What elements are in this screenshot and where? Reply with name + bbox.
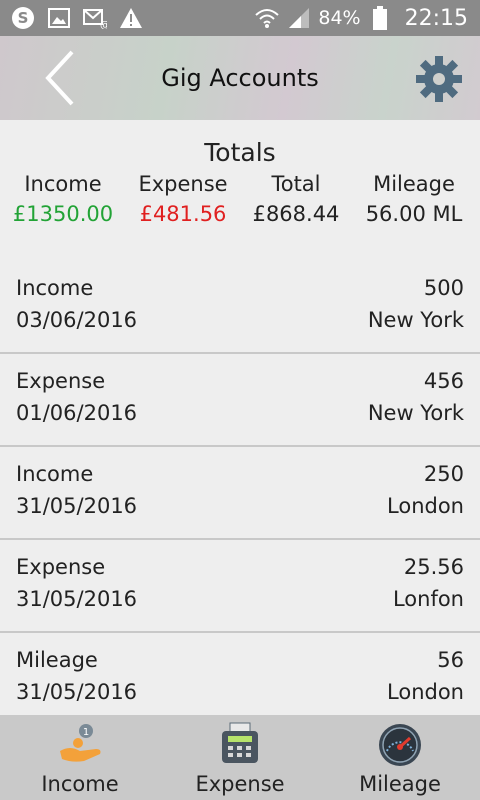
list-item[interactable]: Expense 31/05/2016 25.56 Lonfon (0, 539, 480, 633)
settings-button[interactable] (414, 54, 464, 104)
expense-total-value: £481.56 (139, 202, 227, 226)
mileage-total-value: 56.00 ML (365, 202, 463, 226)
expense-total: Expense £481.56 (128, 172, 238, 226)
entry-type: Mileage (16, 648, 98, 672)
skype-icon: S (10, 5, 36, 31)
email-icon: @ (82, 5, 108, 31)
signal-icon (286, 5, 312, 31)
income-total: Income £1350.00 (8, 172, 118, 226)
list-item[interactable]: Expense 01/06/2016 456 New York (0, 353, 480, 447)
net-total-value: £868.44 (252, 202, 340, 226)
entry-date: 01/06/2016 (16, 401, 138, 425)
entry-amount: 56 (437, 648, 464, 672)
expense-receipt-icon (222, 722, 258, 763)
entry-location: London (387, 494, 464, 518)
warning-icon (118, 5, 144, 31)
entries-list[interactable]: Income 03/06/2016 500 New York Expense 0… (0, 260, 480, 715)
mileage-nav-button[interactable]: Mileage (320, 715, 480, 800)
svg-text:S: S (18, 9, 29, 27)
entry-date: 31/05/2016 (16, 587, 138, 611)
entry-date: 03/06/2016 (16, 308, 138, 332)
entry-type: Income (16, 462, 94, 486)
bottom-nav: 1 Income Expense Mileage (0, 715, 480, 800)
expense-nav-button[interactable]: Expense (160, 715, 320, 800)
battery-percentage: 84% (318, 7, 361, 29)
battery-icon (367, 5, 393, 31)
list-item[interactable]: Income 31/05/2016 250 London (0, 446, 480, 540)
page-title: Gig Accounts (161, 64, 319, 92)
entry-type: Expense (16, 369, 106, 393)
mileage-total-label: Mileage (373, 172, 455, 196)
entry-location: New York (367, 401, 464, 425)
entry-amount: 250 (423, 462, 464, 486)
net-total: Total £868.44 (246, 172, 346, 226)
totals-summary: Totals Income £1350.00 Expense £481.56 T… (0, 120, 480, 260)
income-total-label: Income (24, 172, 102, 196)
clock: 22:15 (404, 5, 468, 31)
entry-date: 31/05/2016 (16, 494, 138, 518)
back-button[interactable] (38, 48, 88, 108)
entry-amount: 25.56 (403, 555, 464, 579)
entry-date: 31/05/2016 (16, 680, 138, 704)
net-total-label: Total (271, 172, 321, 196)
svg-text:@: @ (100, 20, 107, 29)
app-header: Gig Accounts (0, 36, 480, 120)
mileage-nav-label: Mileage (359, 772, 441, 796)
entry-location: Lonfon (392, 587, 464, 611)
expense-total-label: Expense (138, 172, 228, 196)
mileage-total: Mileage 56.00 ML (350, 172, 478, 226)
speedometer-icon (379, 724, 421, 766)
status-bar: S @ 84% 22:15 (0, 0, 480, 36)
entry-amount: 456 (423, 369, 464, 393)
entry-location: London (387, 680, 464, 704)
entry-amount: 500 (423, 276, 464, 300)
gear-icon (416, 56, 462, 102)
chevron-left-icon (45, 50, 74, 106)
totals-heading: Totals (204, 138, 276, 167)
expense-nav-label: Expense (195, 772, 285, 796)
income-hand-coins-icon: 1 (60, 724, 101, 762)
income-nav-label: Income (41, 772, 119, 796)
income-total-value: £1350.00 (12, 202, 114, 226)
entry-type: Expense (16, 555, 106, 579)
list-item[interactable]: Income 03/06/2016 500 New York (0, 260, 480, 354)
list-item[interactable]: Mileage 31/05/2016 56 London (0, 632, 480, 715)
income-nav-button[interactable]: 1 Income (0, 715, 160, 800)
entry-type: Income (16, 276, 94, 300)
gallery-icon (46, 5, 72, 31)
svg-text:1: 1 (83, 727, 89, 738)
wifi-icon (254, 5, 280, 31)
entry-location: New York (367, 308, 464, 332)
